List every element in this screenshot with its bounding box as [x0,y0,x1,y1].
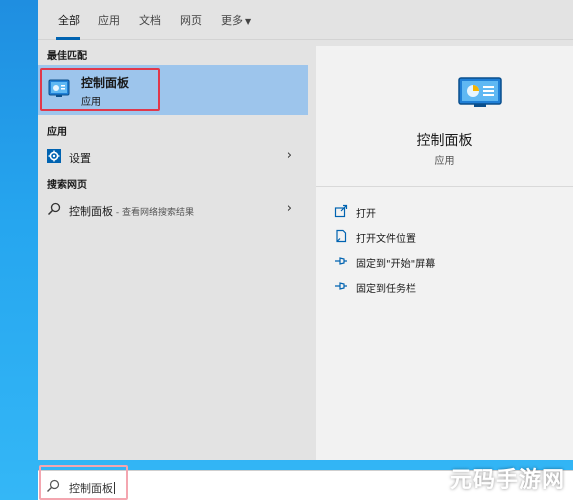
detail-subtitle: 应用 [434,156,455,167]
search-highlight-box [39,465,128,500]
web-result-query: 控制面板 [69,205,113,218]
open-icon [334,204,348,218]
watermark: 元码手游网 [450,468,566,493]
section-best-match: 最佳匹配 [47,51,87,62]
web-result-item[interactable]: 控制面板 - 查看网络搜索结果 › [38,196,308,222]
app-item-settings-label: 设置 [69,152,91,165]
chevron-down-icon: ▼ [245,17,252,26]
tab-documents[interactable]: 文档 [139,12,161,28]
tab-web[interactable]: 网页 [180,12,202,28]
best-match-highlight-box [40,68,160,111]
section-apps: 应用 [47,127,67,138]
tab-more-label: 更多 [221,14,243,27]
tab-all[interactable]: 全部 [58,12,80,28]
gear-icon [47,149,61,163]
app-item-settings[interactable]: 设置 › [38,143,308,169]
web-result-label: 控制面板 - 查看网络搜索结果 [69,203,194,219]
chevron-right-icon: › [286,201,292,216]
control-panel-icon [458,77,502,107]
pin-icon [335,282,347,290]
action-open-file-location-label: 打开文件位置 [356,234,416,245]
divider [316,186,573,187]
best-match-item[interactable]: 控制面板 应用 [38,65,308,115]
action-pin-to-taskbar-label: 固定到任务栏 [356,284,416,295]
file-location-icon [336,229,347,243]
web-result-hint: - 查看网络搜索结果 [113,208,194,218]
pin-icon [335,257,347,265]
section-web-search: 搜索网页 [47,180,87,191]
detail-title: 控制面板 [416,133,473,149]
detail-pane: 控制面板 应用 打开 打开文件位置 固定到"开始"屏幕 固定到任务栏 [316,46,573,460]
search-icon [47,202,61,216]
action-open-label: 打开 [356,209,376,220]
results-list: 最佳匹配 控制面板 应用 应用 设置 › 搜索网页 控制面板 - 查看网络搜索结… [38,40,308,460]
action-pin-to-start-label: 固定到"开始"屏幕 [356,259,436,270]
tab-apps[interactable]: 应用 [98,12,120,28]
filter-tab-bar: 全部 应用 文档 网页 更多 ▼ [38,0,573,40]
chevron-right-icon: › [286,148,292,163]
tab-more[interactable]: 更多 ▼ [221,12,251,28]
